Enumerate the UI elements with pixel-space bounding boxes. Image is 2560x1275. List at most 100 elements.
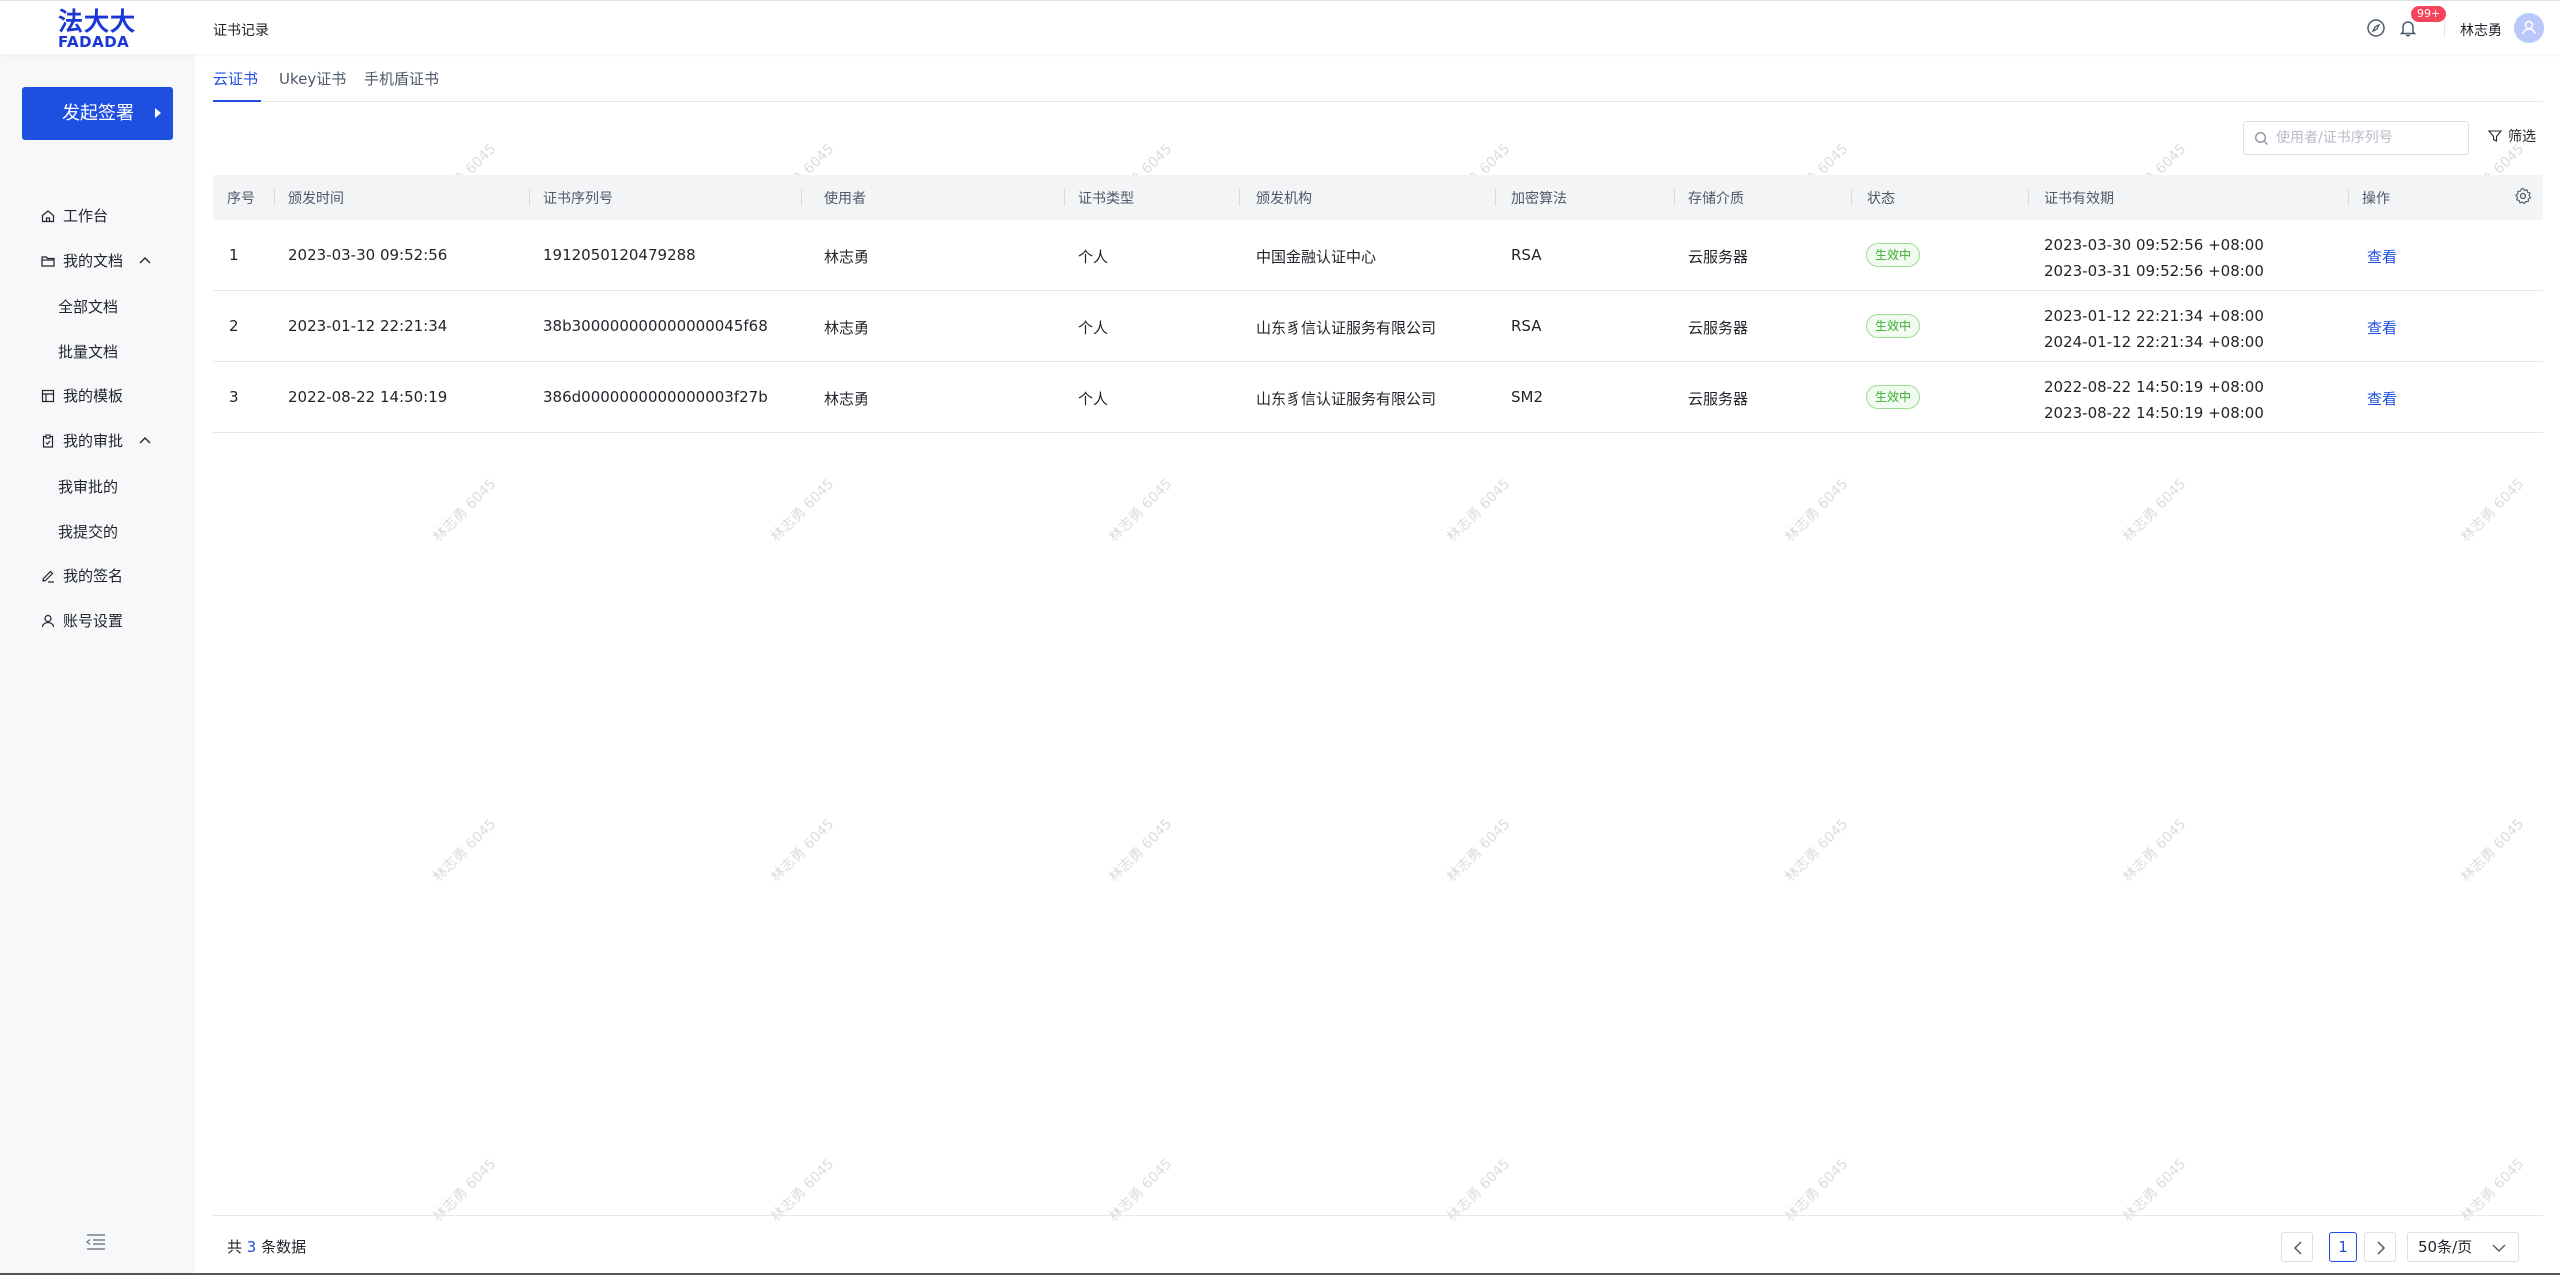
cell-storage: 云服务器 — [1688, 248, 1749, 266]
caret-right-icon — [155, 108, 161, 118]
clipboard-icon — [42, 434, 54, 448]
page-size-select[interactable]: 50条/页 — [2407, 1232, 2519, 1262]
column-divider — [1495, 189, 1496, 206]
cell-storage: 云服务器 — [1688, 319, 1749, 337]
active-tab-indicator — [213, 100, 261, 102]
validity-end: 2023-03-31 09:52:56 +08:00 — [2044, 262, 2264, 280]
status-badge: 生效中 — [1866, 314, 1921, 338]
column-header-index: 序号 — [227, 191, 255, 207]
watermark-text: 林志勇 6045 — [2458, 816, 2528, 886]
table-header: 序号 颁发时间 证书序列号 使用者 证书类型 颁发机构 加密算法 存储介质 状态… — [213, 175, 2543, 220]
total-suffix: 条数据 — [261, 1238, 307, 1256]
sidebar-item-label: 我的审批 — [63, 432, 124, 450]
view-link[interactable]: 查看 — [2367, 388, 2397, 409]
notification-badge: 99+ — [2411, 6, 2447, 22]
cell-serial: 1912050120479288 — [543, 246, 696, 264]
watermark-text: 林志勇 6045 — [1444, 816, 1514, 886]
chevron-up-icon[interactable] — [139, 256, 151, 264]
cell-index: 2 — [229, 317, 239, 335]
sidebar-item-label: 工作台 — [63, 207, 109, 225]
validity-end: 2024-01-12 22:21:34 +08:00 — [2044, 333, 2264, 351]
app-page: 林志勇 6045 林志勇 6045 林志勇 6045 林志勇 6045 林志勇 6045… — [0, 0, 2560, 1275]
header-divider — [2444, 19, 2445, 37]
column-divider — [2348, 189, 2349, 206]
tab-ukey-certificate[interactable]: Ukey证书 — [279, 68, 346, 89]
cell-type: 个人 — [1078, 319, 1109, 337]
chevron-up-icon[interactable] — [139, 436, 151, 444]
cell-issuer: 中国金融认证中心 — [1256, 248, 1377, 266]
sidebar-item-approved-by-me[interactable]: 我审批的 — [58, 476, 118, 497]
cell-algorithm: RSA — [1511, 246, 1542, 264]
cell-issued-time: 2022-08-22 14:50:19 — [288, 388, 448, 406]
watermark-text: 林志勇 6045 — [2120, 476, 2190, 546]
logo-subtext: FADADA — [58, 33, 130, 51]
sidebar-item-all-documents[interactable]: 全部文档 — [58, 296, 118, 317]
sidebar-item-batch-documents[interactable]: 批量文档 — [58, 341, 118, 362]
page-number-current[interactable]: 1 — [2329, 1232, 2357, 1262]
cell-validity: 2023-03-30 09:52:56 +08:00 2023-03-31 09… — [2044, 232, 2264, 284]
column-divider — [1674, 189, 1675, 206]
tab-mobile-shield-certificate[interactable]: 手机盾证书 — [364, 68, 439, 89]
page-size-value: 50条/页 — [2418, 1238, 2473, 1256]
prev-page-button[interactable] — [2281, 1232, 2313, 1262]
watermark-text: 林志勇 6045 — [1106, 476, 1176, 546]
watermark-text: 林志勇 6045 — [430, 816, 500, 886]
status-badge: 生效中 — [1866, 385, 1921, 409]
certificate-tabs: 云证书 Ukey证书 手机盾证书 — [213, 54, 2543, 102]
watermark-text: 林志勇 6045 — [1106, 816, 1176, 886]
sidebar-item-submitted-by-me[interactable]: 我提交的 — [58, 521, 118, 542]
pen-icon — [42, 570, 54, 583]
column-divider — [1239, 189, 1240, 206]
column-header-issuer: 颁发机构 — [1256, 191, 1312, 207]
validity-start: 2023-01-12 22:21:34 +08:00 — [2044, 307, 2264, 325]
column-header-algorithm: 加密算法 — [1511, 191, 1567, 207]
table-row: 2 2023-01-12 22:21:34 38b300000000000000… — [213, 291, 2543, 362]
compass-icon[interactable] — [2366, 18, 2386, 38]
watermark-text: 林志勇 6045 — [768, 476, 838, 546]
cell-serial: 386d0000000000000003f27b — [543, 388, 768, 406]
cell-algorithm: RSA — [1511, 317, 1542, 335]
cell-issued-time: 2023-01-12 22:21:34 — [288, 317, 448, 335]
cell-serial: 38b300000000000000045f68 — [543, 317, 768, 335]
cell-validity: 2022-08-22 14:50:19 +08:00 2023-08-22 14… — [2044, 374, 2264, 426]
column-header-user: 使用者 — [824, 191, 866, 207]
logo-text: 法大大 — [58, 7, 137, 36]
validity-start: 2023-03-30 09:52:56 +08:00 — [2044, 236, 2264, 254]
table-row: 1 2023-03-30 09:52:56 1912050120479288 林… — [213, 220, 2543, 291]
sidebar-item-label: 我的签名 — [63, 567, 124, 585]
chevron-left-icon — [2293, 1241, 2302, 1255]
column-divider — [274, 189, 275, 206]
avatar[interactable] — [2514, 13, 2544, 43]
start-signing-button[interactable]: 发起签署 — [22, 87, 173, 140]
cell-issuer: 山东豸信认证服务有限公司 — [1256, 319, 1437, 337]
column-header-type: 证书类型 — [1078, 191, 1134, 207]
cell-user: 林志勇 — [824, 248, 870, 266]
cell-issued-time: 2023-03-30 09:52:56 — [288, 246, 448, 264]
next-page-button[interactable] — [2364, 1232, 2396, 1262]
column-header-serial: 证书序列号 — [543, 191, 613, 207]
view-link[interactable]: 查看 — [2367, 317, 2397, 338]
watermark-text: 林志勇 6045 — [1444, 476, 1514, 546]
tab-cloud-certificate[interactable]: 云证书 — [213, 68, 258, 89]
column-divider — [2028, 189, 2029, 206]
sidebar-item-label: 我的文档 — [63, 252, 124, 270]
logo[interactable]: 法大大 FADADA — [58, 7, 138, 51]
collapse-sidebar-icon[interactable] — [85, 1233, 107, 1251]
search-icon — [2255, 132, 2268, 145]
username[interactable]: 林志勇 — [2460, 20, 2502, 40]
pagination-bar: 共 3 条数据 1 50条/页 — [213, 1215, 2543, 1273]
chevron-down-icon — [2492, 1244, 2506, 1252]
column-header-validity: 证书有效期 — [2044, 191, 2114, 207]
watermark-text: 林志勇 6045 — [2120, 816, 2190, 886]
search-box — [2243, 121, 2469, 155]
total-count: 共 3 条数据 — [227, 1236, 306, 1257]
search-input[interactable] — [2276, 128, 2461, 148]
user-icon — [41, 614, 55, 628]
view-link[interactable]: 查看 — [2367, 246, 2397, 267]
gear-icon[interactable] — [2514, 187, 2532, 205]
column-divider — [801, 189, 802, 206]
validity-end: 2023-08-22 14:50:19 +08:00 — [2044, 404, 2264, 422]
validity-start: 2022-08-22 14:50:19 +08:00 — [2044, 378, 2264, 396]
total-number: 3 — [246, 1238, 257, 1256]
column-divider — [1851, 189, 1852, 206]
